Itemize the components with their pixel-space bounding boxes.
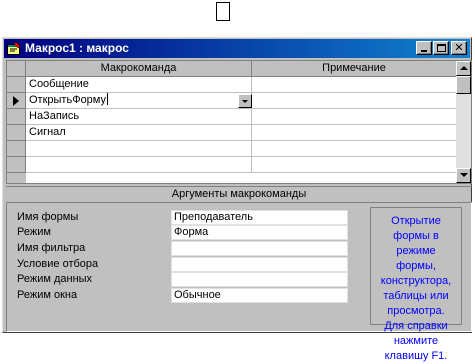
row-selector[interactable]: [7, 125, 26, 141]
current-row-arrow-icon: [13, 96, 19, 106]
close-button[interactable]: ✕: [451, 41, 467, 55]
help-line: формы в: [393, 230, 439, 242]
where-condition-field[interactable]: [171, 257, 348, 272]
help-line: нажмите: [393, 335, 439, 347]
window-mode-field[interactable]: Обычное: [171, 288, 348, 303]
row-selector[interactable]: [7, 141, 26, 157]
row-selector-current[interactable]: [7, 93, 26, 109]
chevron-down-icon: [242, 100, 248, 103]
row-selector[interactable]: [7, 109, 26, 125]
help-line: Открытие: [391, 215, 441, 227]
scroll-thumb[interactable]: [456, 76, 471, 94]
action-cell[interactable]: Сигнал: [26, 125, 252, 141]
note-cell-empty[interactable]: [252, 141, 457, 157]
note-cell-empty[interactable]: [252, 157, 457, 173]
note-cell[interactable]: [252, 93, 457, 109]
grid-vertical-scrollbar[interactable]: [456, 61, 471, 183]
action-cell-text: ОткрытьФорму: [29, 94, 106, 106]
help-line: конструктора,: [380, 275, 452, 287]
macro-window: Макрос1 : макрос ✕ Макрокоманда Примечан…: [2, 37, 472, 362]
macro-icon: [7, 41, 21, 55]
view-field[interactable]: Форма: [171, 225, 348, 240]
action-cell[interactable]: НаЗапись: [26, 109, 252, 125]
help-line: клавишу F1.: [384, 350, 448, 362]
empty-frame: [216, 2, 230, 21]
maximize-icon: [437, 44, 446, 52]
arg-label-form-name: Имя формы: [17, 211, 79, 223]
text-caret: [106, 93, 108, 105]
arrow-up-icon: [460, 66, 468, 70]
arguments-panel: Имя формы Преподаватель Режим Форма Имя …: [6, 202, 472, 362]
arg-label-window-mode: Режим окна: [17, 289, 78, 301]
action-cell-current[interactable]: ОткрытьФорму: [26, 93, 252, 109]
macro-grid: Макрокоманда Примечание Сообщение Открыт…: [6, 60, 472, 184]
filter-name-field[interactable]: [171, 241, 348, 256]
scroll-up-button[interactable]: [456, 61, 471, 76]
help-line: формы,: [396, 260, 436, 272]
note-cell[interactable]: [252, 77, 457, 93]
help-text-box: Открытие формы в режиме формы, конструкт…: [370, 207, 462, 362]
maximize-button[interactable]: [433, 41, 449, 55]
help-line: таблицы или: [383, 290, 449, 302]
row-selector[interactable]: [7, 157, 26, 173]
minimize-button[interactable]: [416, 41, 432, 55]
row-selector[interactable]: [7, 77, 26, 93]
grid-corner[interactable]: [7, 61, 26, 77]
help-line: Для справки: [384, 320, 448, 332]
action-cell[interactable]: Сообщение: [26, 77, 252, 93]
arg-label-view: Режим: [17, 226, 51, 238]
note-cell[interactable]: [252, 109, 457, 125]
action-cell-empty[interactable]: [26, 157, 252, 173]
form-name-field[interactable]: Преподаватель: [171, 210, 348, 225]
window-title: Макрос1 : макрос: [25, 41, 129, 55]
arrow-down-icon: [460, 173, 468, 177]
column-header-action[interactable]: Макрокоманда: [26, 61, 252, 77]
data-mode-field[interactable]: [171, 272, 348, 287]
column-header-note[interactable]: Примечание: [252, 61, 457, 77]
action-cell-empty[interactable]: [26, 141, 252, 157]
arguments-title: Аргументы макрокоманды: [6, 186, 472, 201]
arg-label-data-mode: Режим данных: [17, 273, 93, 285]
title-bar[interactable]: Макрос1 : макрос ✕: [4, 39, 470, 58]
scroll-down-button[interactable]: [456, 168, 471, 183]
note-cell[interactable]: [252, 125, 457, 141]
action-dropdown-button[interactable]: [238, 94, 252, 108]
arg-label-where-condition: Условие отбора: [17, 258, 99, 270]
help-line: просмотра.: [387, 305, 445, 317]
help-line: режиме: [396, 245, 436, 257]
minimize-icon: [421, 50, 427, 52]
close-icon: ✕: [454, 42, 464, 54]
arg-label-filter-name: Имя фильтра: [17, 242, 86, 254]
